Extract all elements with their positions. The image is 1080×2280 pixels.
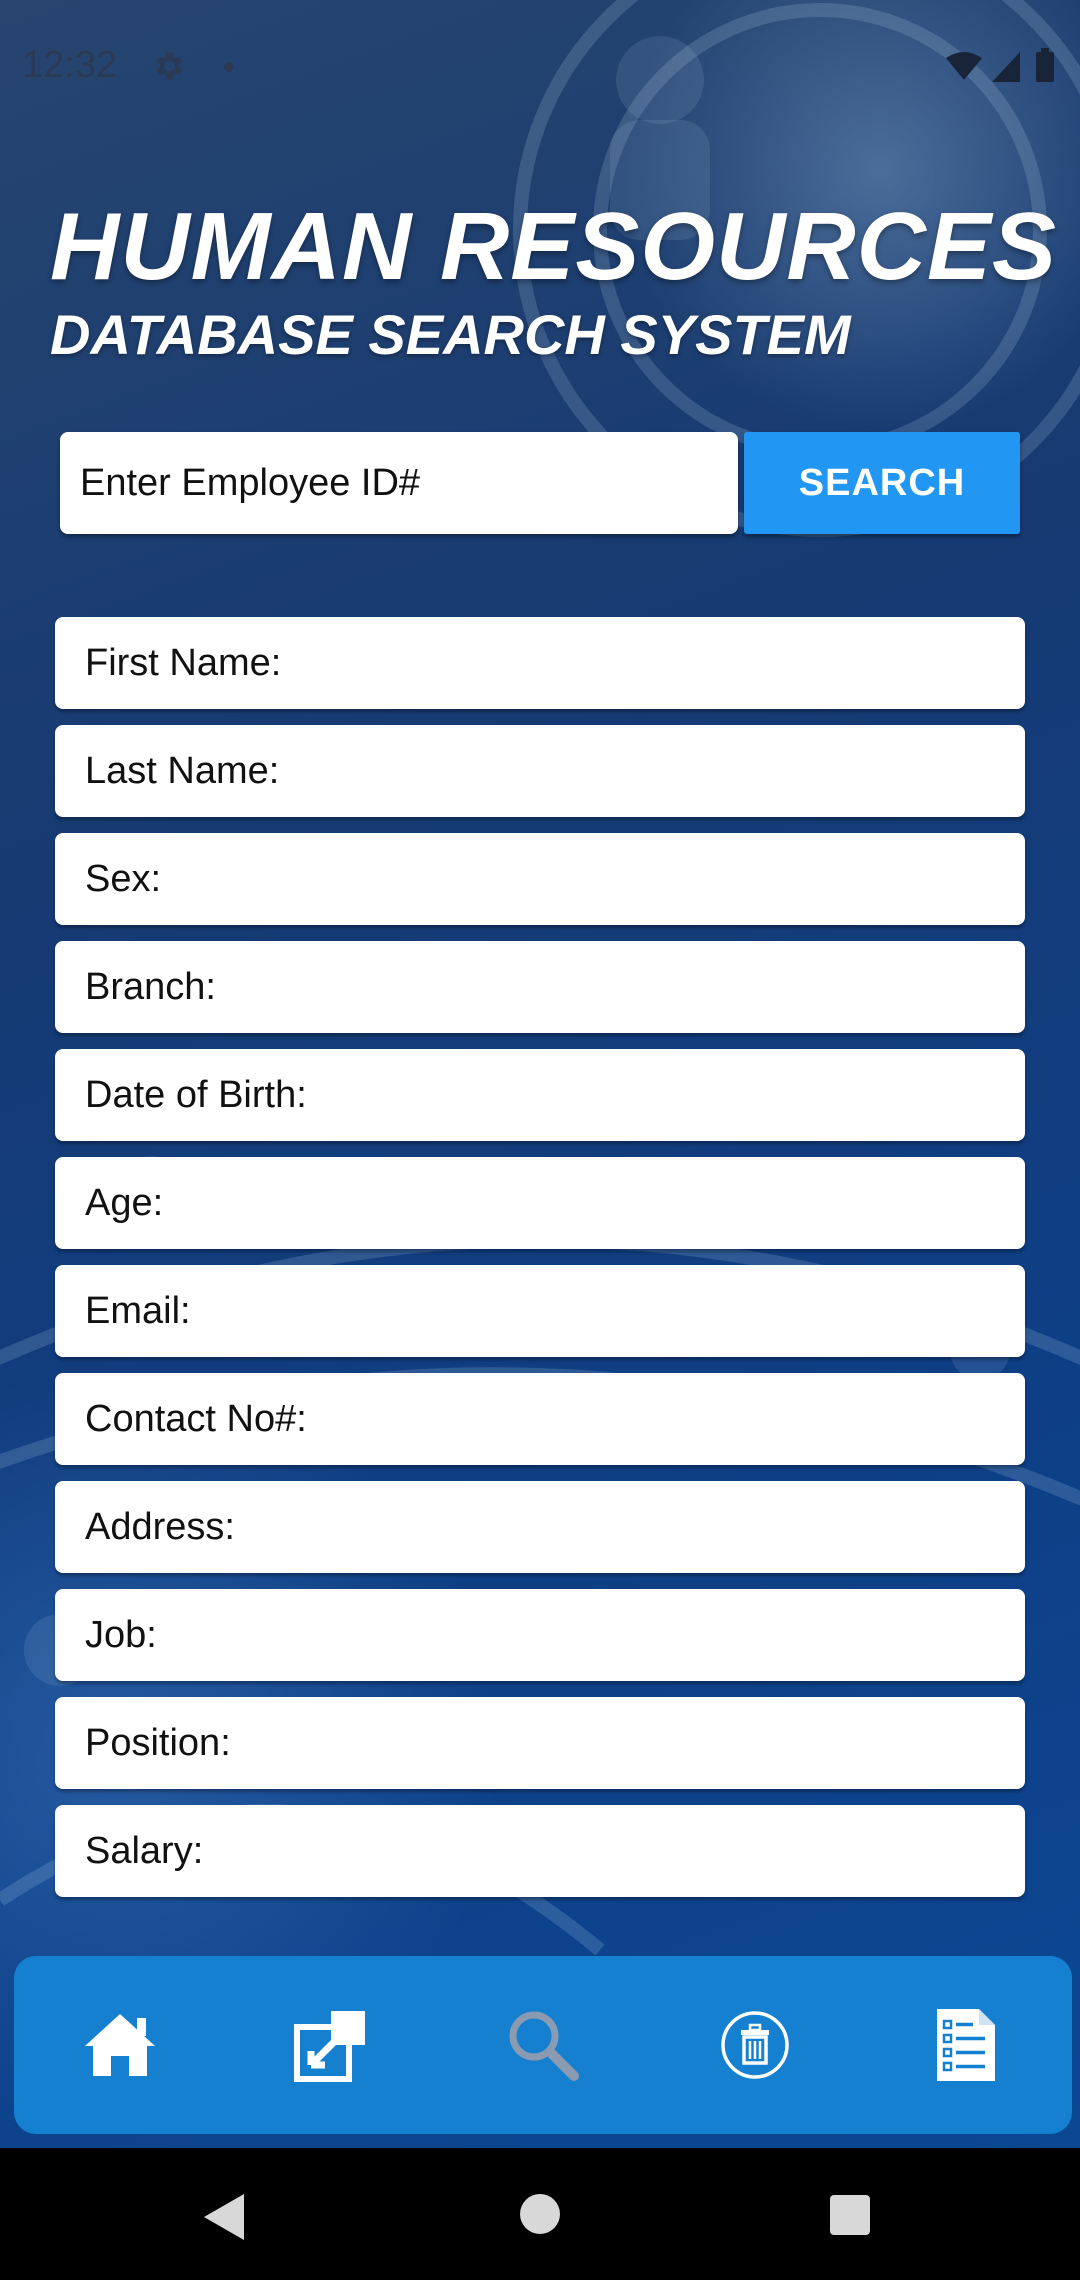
page-title: HUMAN RESOURCES (50, 193, 1058, 300)
sex-field[interactable]: Sex: (55, 833, 1025, 925)
job-field[interactable]: Job: (55, 1589, 1025, 1681)
edit-icon (294, 2011, 366, 2082)
nav-list[interactable] (906, 1985, 1026, 2105)
header: HUMAN RESOURCES DATABASE SEARCH SYSTEM (50, 192, 1057, 370)
bottom-navigation (14, 1956, 1072, 2134)
salary-field[interactable]: Salary: (55, 1805, 1025, 1897)
page-subtitle: DATABASE SEARCH SYSTEM (50, 303, 851, 366)
search-icon (509, 2011, 579, 2081)
nav-home[interactable] (60, 1985, 180, 2105)
notification-dot-icon (224, 62, 234, 72)
home-button-icon[interactable] (520, 2194, 560, 2234)
recents-icon[interactable] (830, 2195, 870, 2235)
email-field[interactable]: Email: (55, 1265, 1025, 1357)
status-bar: 12:32 (0, 0, 1080, 130)
search-button[interactable]: SEARCH (744, 432, 1020, 534)
back-icon[interactable] (200, 2192, 248, 2242)
age-field[interactable]: Age: (55, 1157, 1025, 1249)
signal-battery-icons (946, 48, 1054, 82)
settings-icon (156, 52, 183, 80)
home-icon (84, 2014, 155, 2076)
last-name-field[interactable]: Last Name: (55, 725, 1025, 817)
position-field[interactable]: Position: (55, 1697, 1025, 1789)
address-field[interactable]: Address: (55, 1481, 1025, 1573)
contact-no-field[interactable]: Contact No#: (55, 1373, 1025, 1465)
status-time: 12:32 (22, 44, 118, 86)
first-name-field[interactable]: First Name: (55, 617, 1025, 709)
delete-icon (720, 2011, 789, 2079)
nav-delete[interactable] (695, 1985, 815, 2105)
employee-id-input[interactable]: Enter Employee ID# (60, 432, 738, 534)
employee-id-placeholder: Enter Employee ID# (80, 461, 421, 504)
nav-search[interactable] (483, 1985, 603, 2105)
branch-field[interactable]: Branch: (55, 941, 1025, 1033)
employee-details-form: First Name: Last Name: Sex: Branch: Date… (55, 617, 1025, 1913)
date-of-birth-field[interactable]: Date of Birth: (55, 1049, 1025, 1141)
list-icon (937, 2009, 996, 2081)
nav-edit[interactable] (271, 1985, 391, 2105)
